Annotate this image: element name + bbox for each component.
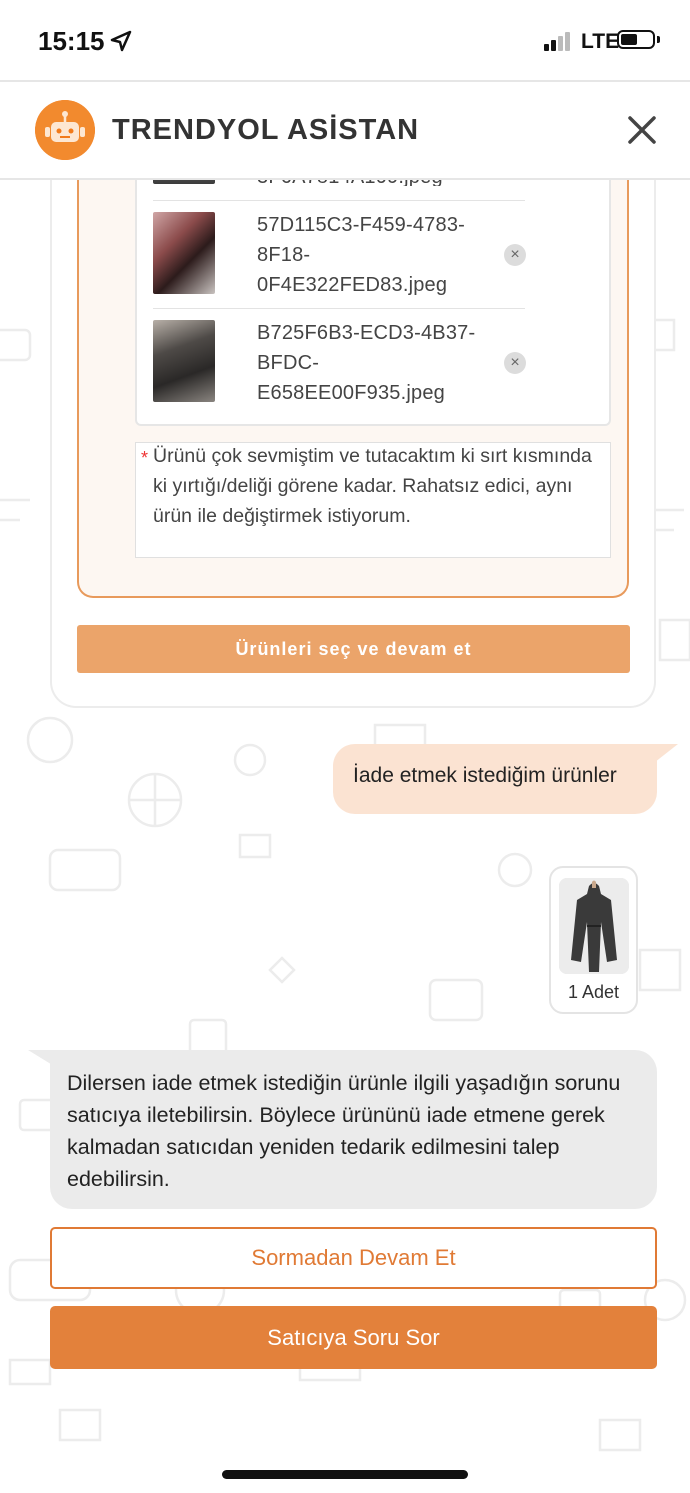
user-message-text: İade etmek istediğim ürünler — [353, 764, 617, 787]
home-indicator — [222, 1470, 468, 1479]
user-message-tail — [650, 744, 678, 766]
select-products-button[interactable]: Ürünleri seç ve devam et — [77, 625, 630, 673]
status-time: 15:15 — [38, 26, 105, 56]
robot-icon — [35, 100, 95, 160]
required-mark: * — [141, 448, 149, 468]
uploaded-image-thumb — [153, 212, 215, 294]
battery-tip — [657, 36, 660, 43]
header-title: TRENDYOL ASİSTAN — [112, 114, 420, 146]
bot-message-tail — [28, 1050, 54, 1066]
network-type: LTE — [581, 30, 620, 53]
bot-message-text: Dilersen iade etmek istediğin ürünle ilg… — [67, 1071, 621, 1191]
remove-image-button[interactable]: × — [504, 244, 526, 266]
ask-seller-button[interactable]: Satıcıya Soru Sor — [50, 1306, 657, 1369]
list-divider — [153, 308, 525, 309]
list-divider — [153, 200, 525, 201]
close-icon[interactable] — [626, 114, 658, 146]
uploaded-file-name: B725F6B3-ECD3-4B37- BFDC- E658EE00F935.j… — [257, 322, 476, 404]
uploaded-file-name: 57D115C3-F459-4783- 8F18- 0F4E322FED83.j… — [257, 214, 465, 296]
location-arrow-icon — [110, 30, 132, 52]
continue-without-asking-button[interactable]: Sormadan Devam Et — [50, 1227, 657, 1289]
status-bar: 15:15 LTE — [0, 0, 690, 82]
remove-image-button[interactable]: × — [504, 352, 526, 374]
product-quantity: 1 Adet — [567, 982, 620, 1002]
return-reason-text: Ürünü çok sevmiştim ve tutacaktım ki sır… — [153, 445, 592, 527]
battery-icon — [617, 30, 655, 49]
product-image — [559, 878, 629, 974]
cellular-signal-icon — [544, 32, 570, 51]
coat-image — [559, 878, 629, 974]
uploaded-image-thumb — [153, 320, 215, 402]
assistant-header: TRENDYOL ASİSTAN — [0, 80, 690, 180]
